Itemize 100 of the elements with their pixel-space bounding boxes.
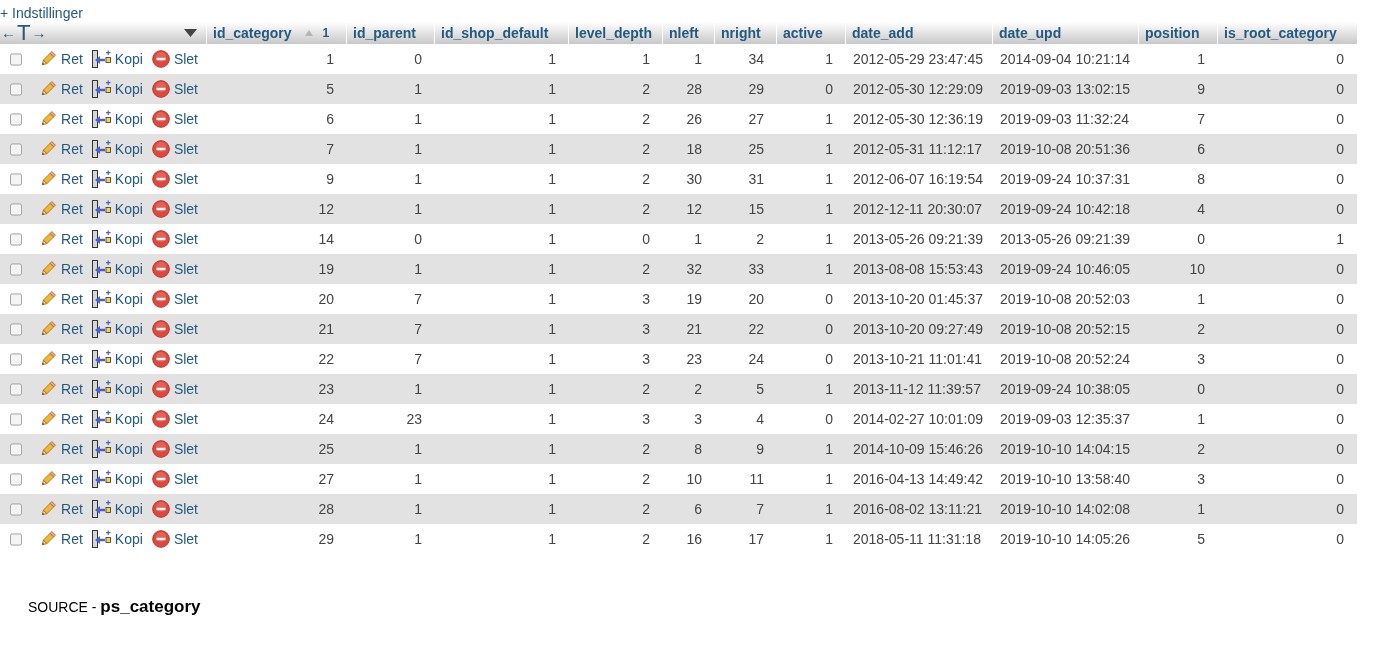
table-cell: 1 (548, 201, 556, 217)
delete-link[interactable]: Slet (151, 80, 198, 98)
edit-link[interactable]: Ret (39, 110, 83, 128)
delete-link[interactable]: Slet (151, 470, 198, 488)
table-cell: 9 (326, 171, 334, 187)
table-cell: 0 (1336, 111, 1344, 127)
column-header[interactable]: id_shop_default (441, 25, 549, 41)
edit-link[interactable]: Ret (39, 410, 83, 428)
delete-link[interactable]: Slet (151, 110, 198, 128)
column-header[interactable]: level_depth (575, 25, 653, 41)
copy-link[interactable]: Kopi (91, 320, 143, 338)
column-header[interactable]: position (1145, 25, 1200, 41)
row-checkbox[interactable] (10, 52, 23, 66)
table-cell: 34 (748, 51, 764, 67)
edit-link[interactable]: Ret (39, 470, 83, 488)
edit-link[interactable]: Ret (39, 440, 83, 458)
delete-link[interactable]: Slet (151, 200, 198, 218)
table-cell: 0 (1336, 411, 1344, 427)
edit-link[interactable]: Ret (39, 530, 83, 548)
arrow-box-icon (91, 260, 111, 278)
copy-link[interactable]: Kopi (91, 110, 143, 128)
edit-link[interactable]: Ret (39, 350, 83, 368)
row-checkbox[interactable] (10, 232, 23, 246)
table-cell: 1 (548, 531, 556, 547)
row-checkbox[interactable] (10, 502, 23, 516)
row-checkbox[interactable] (10, 532, 23, 546)
delete-link[interactable]: Slet (151, 260, 198, 278)
edit-link[interactable]: Ret (39, 80, 83, 98)
table-cell: 2016-08-02 13:11:21 (853, 501, 982, 517)
row-checkbox[interactable] (10, 382, 23, 396)
row-checkbox[interactable] (10, 202, 23, 216)
delete-link[interactable]: Slet (151, 320, 198, 338)
copy-link[interactable]: Kopi (91, 50, 143, 68)
copy-link[interactable]: Kopi (91, 410, 143, 428)
delete-link[interactable]: Slet (151, 50, 198, 68)
copy-link[interactable]: Kopi (91, 170, 143, 188)
table-cell: 0 (825, 81, 833, 97)
copy-link[interactable]: Kopi (91, 440, 143, 458)
copy-link[interactable]: Kopi (91, 500, 143, 518)
copy-link[interactable]: Kopi (91, 140, 143, 158)
table-cell: 2 (1197, 321, 1205, 337)
copy-link[interactable]: Kopi (91, 380, 143, 398)
edit-link[interactable]: Ret (39, 140, 83, 158)
row-checkbox[interactable] (10, 352, 23, 366)
edit-link[interactable]: Ret (39, 200, 83, 218)
delete-link[interactable]: Slet (151, 440, 198, 458)
copy-link[interactable]: Kopi (91, 230, 143, 248)
pencil-icon (39, 110, 58, 128)
sort-arrow-icon[interactable] (304, 30, 313, 36)
row-checkbox[interactable] (10, 442, 23, 456)
row-checkbox[interactable] (10, 82, 23, 96)
row-checkbox[interactable] (10, 322, 23, 336)
edit-link[interactable]: Ret (39, 380, 83, 398)
row-checkbox[interactable] (10, 172, 23, 186)
edit-link[interactable]: Ret (39, 260, 83, 278)
column-header[interactable]: id_parent (353, 25, 416, 41)
delete-link[interactable]: Slet (151, 350, 198, 368)
table-cell: 20 (748, 291, 764, 307)
copy-link[interactable]: Kopi (91, 530, 143, 548)
copy-link[interactable]: Kopi (91, 290, 143, 308)
row-checkbox[interactable] (10, 292, 23, 306)
edit-link[interactable]: Ret (39, 230, 83, 248)
table-cell: 1 (825, 381, 833, 397)
delete-link[interactable]: Slet (151, 290, 198, 308)
arrow-box-icon (91, 140, 111, 158)
edit-link[interactable]: Ret (39, 50, 83, 68)
edit-link[interactable]: Ret (39, 170, 83, 188)
delete-link[interactable]: Slet (151, 230, 198, 248)
column-header[interactable]: date_add (852, 25, 914, 41)
row-checkbox[interactable] (10, 262, 23, 276)
copy-link[interactable]: Kopi (91, 350, 143, 368)
copy-link[interactable]: Kopi (91, 260, 143, 278)
delete-link[interactable]: Slet (151, 380, 198, 398)
table-cell: 5 (756, 381, 764, 397)
column-header[interactable]: date_upd (999, 25, 1062, 41)
column-header[interactable]: id_category (213, 25, 313, 41)
delete-link[interactable]: Slet (151, 170, 198, 188)
row-checkbox[interactable] (10, 412, 23, 426)
row-checkbox[interactable] (10, 112, 23, 126)
column-header[interactable]: nright (721, 25, 761, 41)
table-cell: 9 (1197, 81, 1205, 97)
row-checkbox[interactable] (10, 472, 23, 486)
edit-link[interactable]: Ret (39, 500, 83, 518)
column-header[interactable]: active (783, 25, 823, 41)
row-checkbox[interactable] (10, 142, 23, 156)
copy-link[interactable]: Kopi (91, 470, 143, 488)
delete-link[interactable]: Slet (151, 140, 198, 158)
copy-link[interactable]: Kopi (91, 80, 143, 98)
edit-link[interactable]: Ret (39, 290, 83, 308)
caret-icon[interactable] (184, 29, 197, 37)
copy-link[interactable]: Kopi (91, 200, 143, 218)
delete-link[interactable]: Slet (151, 500, 198, 518)
edit-link[interactable]: Ret (39, 320, 83, 338)
table-cell: 1 (414, 501, 422, 517)
settings-link[interactable]: + Indstillinger (0, 5, 83, 21)
delete-link[interactable]: Slet (151, 410, 198, 428)
column-header[interactable]: is_root_category (1224, 25, 1337, 41)
delete-link[interactable]: Slet (151, 530, 198, 548)
full-text-toggle[interactable]: ←T→ (1, 22, 47, 44)
column-header[interactable]: nleft (669, 25, 699, 41)
